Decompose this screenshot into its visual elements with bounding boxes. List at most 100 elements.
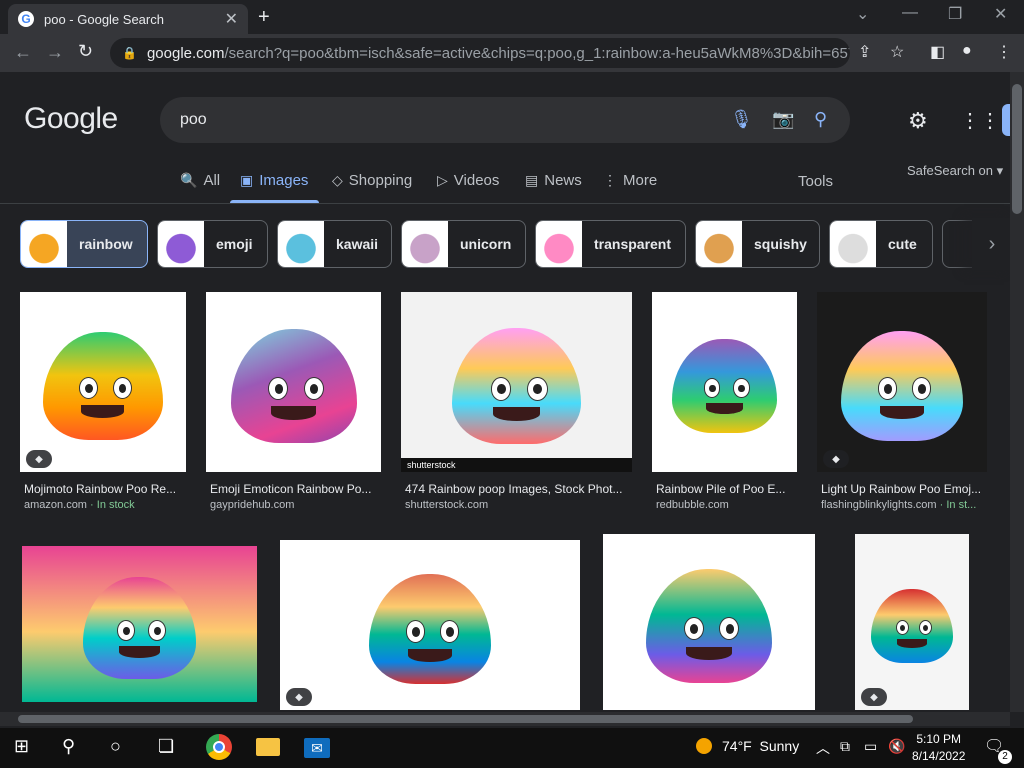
chip-emoji[interactable]: emoji (157, 220, 268, 268)
safesearch-toggle[interactable]: SafeSearch on ▾ (907, 163, 1003, 179)
tab-news[interactable]: ▤ News (525, 172, 582, 189)
horizontal-scroll-thumb[interactable] (18, 715, 913, 723)
google-favicon-icon: G (18, 11, 34, 27)
result-source[interactable]: shutterstock.com (405, 499, 632, 511)
share-icon[interactable]: ⇪ (858, 42, 871, 62)
chip-label: unicorn (460, 236, 512, 252)
result-domain: gaypridehub.com (210, 499, 295, 511)
back-icon[interactable]: ← (14, 42, 32, 63)
network-icon[interactable]: ⧉ (840, 738, 850, 755)
newspaper-icon: ▤ (525, 172, 539, 188)
sun-icon (696, 738, 712, 754)
side-panel-icon[interactable]: ◧ (930, 42, 945, 62)
minimize-icon[interactable]: — (902, 4, 918, 22)
result-thumbnail[interactable] (22, 546, 257, 702)
chip-cute[interactable]: cute (829, 220, 933, 268)
close-window-icon[interactable]: ✕ (994, 4, 1007, 24)
result-thumbnail[interactable] (652, 292, 797, 472)
tab-all[interactable]: 🔍 All (180, 172, 220, 189)
microphone-icon[interactable]: 🎙 (730, 109, 753, 130)
result-thumbnail[interactable] (20, 292, 186, 472)
chip-kawaii[interactable]: kawaii (277, 220, 392, 268)
chip-thumbnail (536, 221, 582, 267)
google-logo[interactable]: Google (24, 102, 118, 136)
camera-lens-icon[interactable]: 📷 (772, 109, 794, 130)
poo-emoji-image (83, 577, 196, 679)
volume-muted-icon[interactable]: 🔇 (888, 738, 905, 755)
forward-icon[interactable]: → (46, 42, 64, 63)
tools-button[interactable]: Tools (798, 173, 833, 190)
result-source[interactable]: redbubble.com (656, 499, 797, 511)
tab-videos[interactable]: ▷ Videos (437, 172, 499, 189)
result-thumbnail[interactable] (817, 292, 987, 472)
image-icon: ▣ (240, 172, 254, 188)
more-vert-icon: ⋮ (603, 172, 617, 188)
result-thumbnail[interactable] (206, 292, 381, 472)
chip-rainbow[interactable]: rainbow (20, 220, 148, 268)
result-title[interactable]: Rainbow Pile of Poo E... (656, 482, 797, 496)
search-icon[interactable]: ⚲ (62, 736, 75, 757)
chip-squishy[interactable]: squishy (695, 220, 820, 268)
restore-icon[interactable]: ❐ (948, 4, 962, 24)
result-title[interactable]: Emoji Emoticon Rainbow Po... (210, 482, 381, 496)
result-thumbnail[interactable]: shutterstock (401, 292, 632, 472)
result-thumbnail[interactable] (855, 534, 969, 710)
tab-search-icon[interactable]: ⌄ (856, 4, 869, 24)
clock-time: 5:10 PM (916, 732, 962, 746)
file-explorer-icon[interactable] (256, 738, 280, 756)
chip-label: emoji (216, 236, 253, 252)
apps-grid-icon[interactable]: ⋮⋮ (960, 108, 1000, 133)
reload-icon[interactable]: ↻ (78, 41, 93, 62)
product-tag-icon: ◆ (861, 688, 887, 706)
new-tab-icon[interactable]: + (258, 6, 270, 29)
chrome-taskbar-icon[interactable] (206, 734, 232, 760)
weather-widget[interactable]: 74°F Sunny (696, 738, 799, 754)
clock-date: 8/14/2022 (912, 749, 966, 763)
windows-start-icon[interactable]: ⊞ (14, 736, 29, 757)
search-input[interactable]: poo (180, 111, 207, 129)
result-title[interactable]: 474 Rainbow poop Images, Stock Phot... (405, 482, 632, 496)
lock-icon: 🔒 (122, 46, 137, 60)
task-view-icon[interactable]: ❏ (158, 736, 174, 757)
result-title[interactable]: Mojimoto Rainbow Poo Re... (24, 482, 186, 496)
shutterstock-watermark: shutterstock (401, 458, 632, 472)
result-thumbnail[interactable] (603, 534, 815, 710)
tab-close-icon[interactable]: ✕ (225, 9, 238, 29)
profile-icon[interactable]: ● (962, 42, 972, 60)
chip-thumbnail (696, 221, 742, 267)
address-bar[interactable]: 🔒 google.com/search?q=poo&tbm=isch&safe=… (110, 38, 850, 68)
poo-emoji-image (645, 568, 773, 684)
poo-emoji-image (840, 330, 964, 442)
vertical-scroll-thumb[interactable] (1012, 84, 1022, 214)
chrome-menu-icon[interactable]: ⋮ (996, 42, 1012, 62)
monitor-icon[interactable]: ▭ (864, 738, 877, 755)
gear-icon[interactable]: ⚙ (908, 108, 928, 134)
result-source[interactable]: gaypridehub.com (210, 499, 381, 511)
result-title[interactable]: Light Up Rainbow Poo Emoj... (821, 482, 987, 496)
notification-badge: 2 (998, 750, 1012, 764)
browser-tab[interactable]: G poo - Google Search ✕ (8, 4, 248, 34)
poo-emoji-image (368, 573, 492, 685)
cortana-icon[interactable]: ○ (110, 736, 121, 757)
chevron-up-icon[interactable]: ︿ (816, 738, 830, 758)
result-source[interactable]: amazon.com · In stock (24, 499, 186, 511)
product-tag-icon: ◆ (823, 450, 849, 468)
tab-images[interactable]: ▣ Images (240, 172, 308, 189)
bookmark-star-icon[interactable]: ☆ (890, 42, 904, 62)
url-path: /search?q=poo&tbm=isch&safe=active&chips… (224, 44, 850, 62)
chip-label: cute (888, 236, 917, 252)
stock-status: · In st... (936, 499, 977, 511)
result-thumbnail[interactable] (280, 540, 580, 710)
play-icon: ▷ (437, 172, 448, 188)
result-domain: flashingblinkylights.com (821, 499, 937, 511)
chip-transparent[interactable]: transparent (535, 220, 686, 268)
chevron-right-icon[interactable]: › (972, 218, 1012, 270)
tab-more[interactable]: ⋮ More (603, 172, 657, 189)
system-clock[interactable]: 5:10 PM 8/14/2022 (912, 731, 965, 765)
search-icon[interactable]: ⚲ (814, 109, 827, 130)
mail-icon[interactable]: ✉ (304, 738, 330, 758)
search-box[interactable]: poo 🎙 📷 ⚲ (160, 97, 850, 143)
tab-shopping[interactable]: ◇ Shopping (332, 172, 412, 189)
result-source[interactable]: flashingblinkylights.com · In st... (821, 499, 987, 511)
chip-unicorn[interactable]: unicorn (401, 220, 526, 268)
